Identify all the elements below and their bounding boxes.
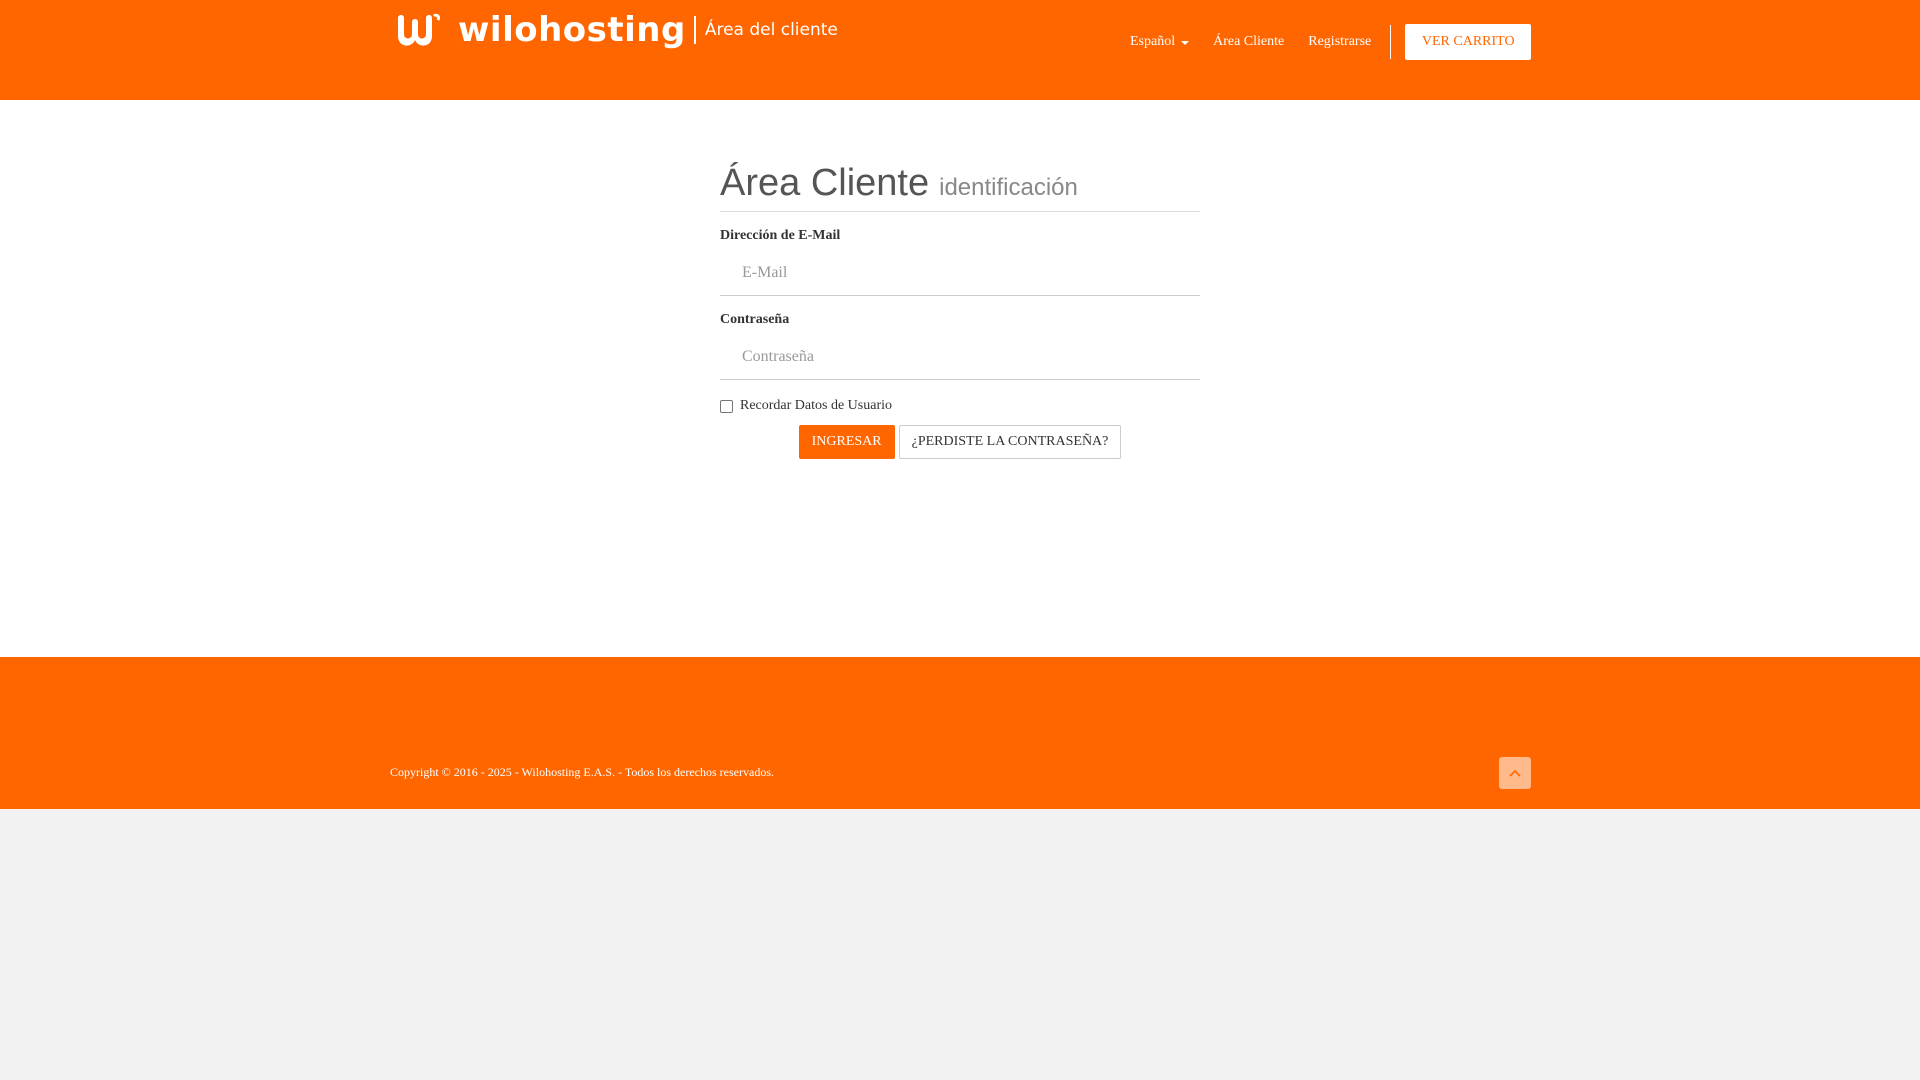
language-label: Español [1130,34,1176,49]
logo-separator [693,16,696,44]
password-label: Contraseña [720,312,790,327]
forgot-password-button[interactable]: ¿PERDISTE LA CONTRASEÑA? [898,425,1122,459]
top-nav: Español Área Cliente Registrarse VER CAR… [1130,24,1532,60]
password-field[interactable] [720,334,1200,380]
nav-register-link[interactable]: Registrarse [1308,34,1371,50]
page-header: Área Cliente identificación [720,162,1200,212]
login-actions: INGRESAR ¿PERDISTE LA CONTRASEÑA? [720,425,1200,459]
email-field[interactable] [720,250,1200,296]
remember-me-label[interactable]: Recordar Datos de Usuario [740,398,892,414]
site-footer: Copyright © 2016 - 2025 - Wilohosting E.… [0,657,1920,809]
remember-me-checkbox[interactable] [720,399,733,413]
logo-wordmark: wilohosting [458,10,686,50]
w-logo-icon [398,13,440,46]
main-content: Área Cliente identificación Dirección de… [0,100,1920,657]
email-label: Dirección de E-Mail [720,228,841,243]
page-title: Área Cliente [720,162,930,204]
site-header: wilohosting Área del cliente Español Áre… [0,0,1920,100]
chevron-up-icon [1509,769,1521,777]
logo-subtitle: Área del cliente [704,20,838,40]
nav-client-area-link[interactable]: Área Cliente [1213,34,1284,50]
caret-down-icon [1181,41,1190,45]
back-to-top-button[interactable] [1499,757,1531,789]
view-cart-button[interactable]: VER CARRITO [1405,24,1532,60]
logo[interactable]: wilohosting Área del cliente [394,10,838,50]
language-dropdown[interactable]: Español [1130,34,1190,50]
page-subtitle: identificación [939,174,1078,201]
copyright-text: Copyright © 2016 - 2025 - Wilohosting E.… [390,765,774,779]
login-button[interactable]: INGRESAR [798,425,895,459]
remember-me-row: Recordar Datos de Usuario [720,398,1200,414]
login-panel: Área Cliente identificación Dirección de… [720,162,1200,459]
nav-divider [1390,25,1392,59]
